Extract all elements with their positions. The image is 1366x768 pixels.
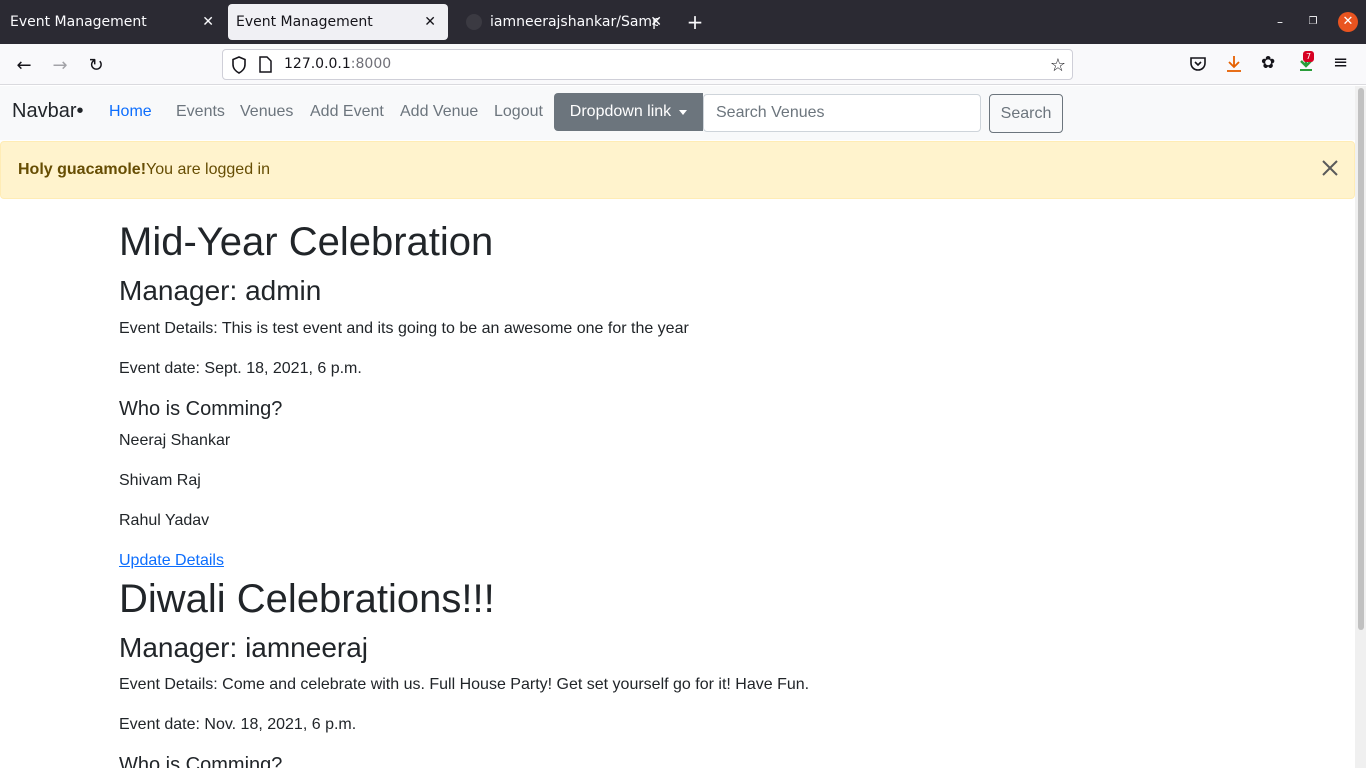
attendee-name: Shivam Raj <box>119 471 201 489</box>
nav-link-venues[interactable]: Venues <box>240 103 293 121</box>
page-icon <box>259 56 272 73</box>
events-list: Mid-Year Celebration Manager: admin Even… <box>119 200 1219 768</box>
extension-icon[interactable]: ✿ <box>1261 53 1275 73</box>
url-host: 127.0.0.1 <box>284 56 351 72</box>
minimize-icon[interactable]: – <box>1270 12 1290 32</box>
event-title: Diwali Celebrations!!! <box>119 576 495 621</box>
reload-icon[interactable]: ↻ <box>83 52 109 78</box>
search-button[interactable]: Search <box>989 94 1063 133</box>
url-bar[interactable]: 127.0.0.1:8000 ☆ <box>222 49 1073 80</box>
alert-strong: Holy guacamole! <box>18 161 147 178</box>
close-icon[interactable] <box>1320 158 1340 178</box>
tab-close-icon[interactable]: ✕ <box>650 14 662 30</box>
url-port: :8000 <box>350 56 392 72</box>
event-details: Event Details: Come and celebrate with u… <box>119 676 810 694</box>
web-page: Navbar• Home Events Venues Add Event Add… <box>0 86 1355 768</box>
browser-tab[interactable]: Event Management ✕ <box>0 0 224 44</box>
alert-text: Holy guacamole!You are logged in <box>18 161 270 179</box>
event-date: Event date: Nov. 18, 2021, 6 p.m. <box>119 716 357 734</box>
attendee-name: Rahul Yadav <box>119 511 210 529</box>
browser-tab[interactable]: iamneerajshankar/SampleDjango ✕ <box>456 0 676 44</box>
tab-close-icon[interactable]: ✕ <box>202 14 214 30</box>
github-icon <box>466 14 482 30</box>
new-tab-icon[interactable]: + <box>684 10 706 34</box>
nav-link-add-venue[interactable]: Add Venue <box>400 103 478 121</box>
maximize-icon[interactable]: ❐ <box>1303 12 1323 32</box>
event-details: Event Details: This is test event and it… <box>119 319 689 337</box>
attendee-name: Neeraj Shankar <box>119 431 231 449</box>
attendees-heading: Who is Comming? <box>119 397 283 420</box>
nav-link-home[interactable]: Home <box>109 103 152 121</box>
menu-icon[interactable]: ≡ <box>1333 52 1348 73</box>
pocket-icon[interactable] <box>1189 55 1207 73</box>
forward-arrow-icon[interactable]: → <box>47 52 73 78</box>
dropdown-label: Dropdown link <box>569 103 672 120</box>
event-title: Mid-Year Celebration <box>119 220 494 264</box>
browser-tab-active[interactable]: Event Management ✕ <box>228 4 448 40</box>
nav-link-add-event[interactable]: Add Event <box>310 103 384 121</box>
alert-banner: Holy guacamole!You are logged in <box>0 141 1355 199</box>
attendees-heading: Who is Comming? <box>119 754 283 768</box>
nav-link-logout[interactable]: Logout <box>494 103 543 121</box>
shield-icon <box>232 56 246 74</box>
navbar-brand[interactable]: Navbar• <box>12 100 83 123</box>
tab-close-icon[interactable]: ✕ <box>424 14 436 30</box>
caret-down-icon <box>679 109 688 115</box>
nav-link-events[interactable]: Events <box>176 103 225 121</box>
navbar: Navbar• Home Events Venues Add Event Add… <box>0 86 1355 140</box>
event-date: Event date: Sept. 18, 2021, 6 p.m. <box>119 359 362 377</box>
url-text: 127.0.0.1:8000 <box>284 56 391 72</box>
window-close-icon[interactable]: ✕ <box>1338 12 1358 32</box>
back-arrow-icon[interactable]: ← <box>11 52 37 78</box>
event-manager: Manager: iamneeraj <box>119 631 369 663</box>
event-card: Diwali Celebrations!!! Manager: iamneera… <box>119 575 1219 768</box>
download-icon[interactable] <box>1225 54 1243 74</box>
browser-toolbar: ← → ↻ 127.0.0.1:8000 ☆ ✿ ≡ <box>0 44 1366 85</box>
scrollbar-thumb[interactable] <box>1358 88 1364 630</box>
download-count-badge: 7 <box>1303 51 1315 62</box>
bookmark-star-icon[interactable]: ☆ <box>1050 55 1066 76</box>
update-details-link[interactable]: Update Details <box>119 549 1219 573</box>
browser-tab-strip: Event Management ✕ Event Management ✕ ia… <box>0 0 1366 44</box>
tab-title: Event Management <box>10 14 147 30</box>
tab-title: iamneerajshankar/SampleDjango <box>490 14 658 30</box>
dropdown-button[interactable]: Dropdown link <box>554 93 703 131</box>
alert-message: You are logged in <box>146 161 270 178</box>
event-manager: Manager: admin <box>119 275 322 306</box>
event-card: Mid-Year Celebration Manager: admin Even… <box>119 218 1219 573</box>
search-input[interactable] <box>703 94 981 132</box>
page-scrollbar[interactable] <box>1355 86 1366 768</box>
tab-title: Event Management <box>236 14 373 30</box>
